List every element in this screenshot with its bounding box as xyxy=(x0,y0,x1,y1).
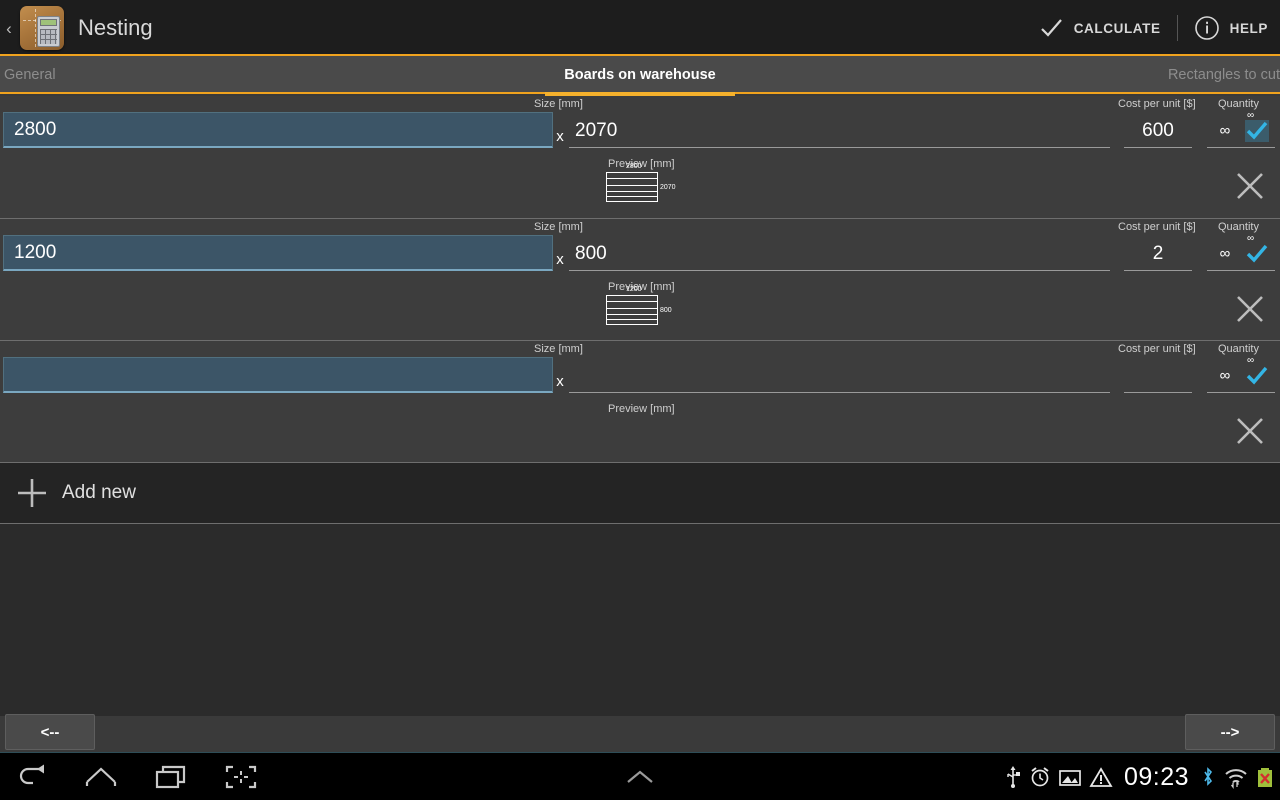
board-width-input[interactable]: 1200 xyxy=(3,235,553,271)
check-icon xyxy=(1246,366,1268,385)
recents-icon[interactable] xyxy=(154,763,188,791)
board-width-input[interactable] xyxy=(3,357,553,393)
size-separator: x xyxy=(556,373,564,390)
back-icon[interactable] xyxy=(14,763,48,791)
close-icon xyxy=(1237,296,1263,322)
action-bar: ‹ Nesting CALCULATE HELP xyxy=(0,0,1280,56)
size-label: Size [mm] xyxy=(534,98,583,110)
usb-icon xyxy=(1007,766,1020,788)
nesting-app-icon xyxy=(20,6,64,50)
quantity-input[interactable]: ∞ xyxy=(1213,367,1237,384)
board-cost-input[interactable]: 600 xyxy=(1124,114,1192,148)
check-icon xyxy=(1040,19,1062,37)
close-icon xyxy=(1237,418,1263,444)
system-status-group[interactable]: 09:23 xyxy=(1004,753,1274,800)
add-new-label: Add new xyxy=(62,482,136,503)
add-new-button[interactable]: Add new xyxy=(0,462,1280,524)
plus-icon xyxy=(18,479,46,507)
quantity-group: ∞ ∞ xyxy=(1207,110,1275,148)
preview-width-label: 1200 xyxy=(626,286,642,293)
table-row: Size [mm] Cost per unit [$] Quantity 280… xyxy=(0,96,1280,218)
icon-dashed-vertical xyxy=(35,9,36,47)
tab-boards-on-warehouse-label: Boards on warehouse xyxy=(564,67,716,83)
quantity-infinite-checkbox[interactable] xyxy=(1245,365,1269,387)
table-row: Size [mm] Cost per unit [$] Quantity x ∞… xyxy=(0,340,1280,462)
board-height-input[interactable]: 2070 xyxy=(569,114,1110,148)
tab-general[interactable]: General xyxy=(0,56,430,94)
alarm-icon xyxy=(1031,767,1049,787)
previous-step-button[interactable]: <-- xyxy=(5,714,95,750)
quantity-label: Quantity xyxy=(1218,98,1259,110)
quantity-input[interactable]: ∞ xyxy=(1213,245,1237,262)
calculator-display xyxy=(40,19,57,26)
cost-label: Cost per unit [$] xyxy=(1118,98,1196,110)
cost-label: Cost per unit [$] xyxy=(1118,343,1196,355)
size-label: Size [mm] xyxy=(534,221,583,233)
table-row: Size [mm] Cost per unit [$] Quantity 120… xyxy=(0,218,1280,340)
check-icon xyxy=(1246,121,1268,140)
page-title: Nesting xyxy=(78,15,153,40)
board-cost-input[interactable]: 2 xyxy=(1124,237,1192,271)
screenshot-icon[interactable] xyxy=(224,763,258,791)
quantity-input[interactable]: ∞ xyxy=(1213,122,1237,139)
tab-bar: General Boards on warehouse Rectangles t… xyxy=(0,56,1280,96)
tab-general-label: General xyxy=(4,67,56,83)
next-step-button[interactable]: --> xyxy=(1185,714,1275,750)
delete-row-button[interactable] xyxy=(1232,413,1268,449)
up-navigation-button[interactable]: ‹ xyxy=(0,0,18,56)
tab-boards-on-warehouse[interactable]: Boards on warehouse xyxy=(430,56,850,96)
delete-row-button[interactable] xyxy=(1232,168,1268,204)
preview-height-label: 2070 xyxy=(660,184,676,191)
board-width-input[interactable]: 2800 xyxy=(3,112,553,148)
quantity-group: ∞ ∞ xyxy=(1207,233,1275,271)
wifi-icon xyxy=(1225,769,1247,789)
warning-icon xyxy=(1089,767,1113,787)
quantity-infinite-checkbox[interactable] xyxy=(1245,243,1269,265)
check-icon xyxy=(1246,244,1268,263)
empty-area xyxy=(0,524,1280,716)
system-nav-group xyxy=(14,753,258,800)
quantity-infinite-checkbox[interactable] xyxy=(1245,120,1269,142)
system-expand-group xyxy=(622,753,658,800)
quantity-label: Quantity xyxy=(1218,343,1259,355)
system-clock: 09:23 xyxy=(1123,762,1189,791)
size-separator: x xyxy=(556,128,564,145)
action-bar-divider xyxy=(1176,15,1178,41)
board-cost-input[interactable] xyxy=(1124,359,1192,393)
close-icon xyxy=(1237,173,1263,199)
calculator-keys xyxy=(40,29,57,44)
preview-rectangle xyxy=(606,295,658,325)
tab-rectangles-to-cut[interactable]: Rectangles to cut xyxy=(850,56,1280,94)
preview-rectangle xyxy=(606,172,658,202)
quantity-group: ∞ ∞ xyxy=(1207,355,1275,393)
delete-row-button[interactable] xyxy=(1232,291,1268,327)
calculator-icon xyxy=(37,16,60,47)
tab-rectangles-to-cut-label: Rectangles to cut xyxy=(1167,67,1280,83)
size-label: Size [mm] xyxy=(534,343,583,355)
board-height-input[interactable] xyxy=(569,359,1110,393)
app-screen: ‹ Nesting CALCULATE HELP General Boards … xyxy=(0,0,1280,800)
calculate-button[interactable]: CALCULATE xyxy=(1026,0,1173,56)
quantity-label: Quantity xyxy=(1218,221,1259,233)
chevron-up-icon[interactable] xyxy=(622,765,658,789)
image-icon xyxy=(1059,770,1081,786)
preview-height-label: 800 xyxy=(660,307,672,314)
preview-width-label: 2800 xyxy=(626,163,642,170)
info-icon xyxy=(1194,16,1219,40)
help-button[interactable]: HELP xyxy=(1182,0,1280,56)
android-system-bar: 09:23 xyxy=(0,752,1280,800)
board-height-input[interactable]: 800 xyxy=(569,237,1110,271)
battery-error-icon xyxy=(1258,768,1272,787)
help-label: HELP xyxy=(1229,20,1268,36)
preview-label: Preview [mm] xyxy=(608,403,675,415)
cost-label: Cost per unit [$] xyxy=(1118,221,1196,233)
size-separator: x xyxy=(556,251,564,268)
bluetooth-icon xyxy=(1204,767,1213,786)
home-icon[interactable] xyxy=(84,763,118,791)
boards-list: Size [mm] Cost per unit [$] Quantity 280… xyxy=(0,96,1280,716)
calculate-label: CALCULATE xyxy=(1073,20,1161,36)
